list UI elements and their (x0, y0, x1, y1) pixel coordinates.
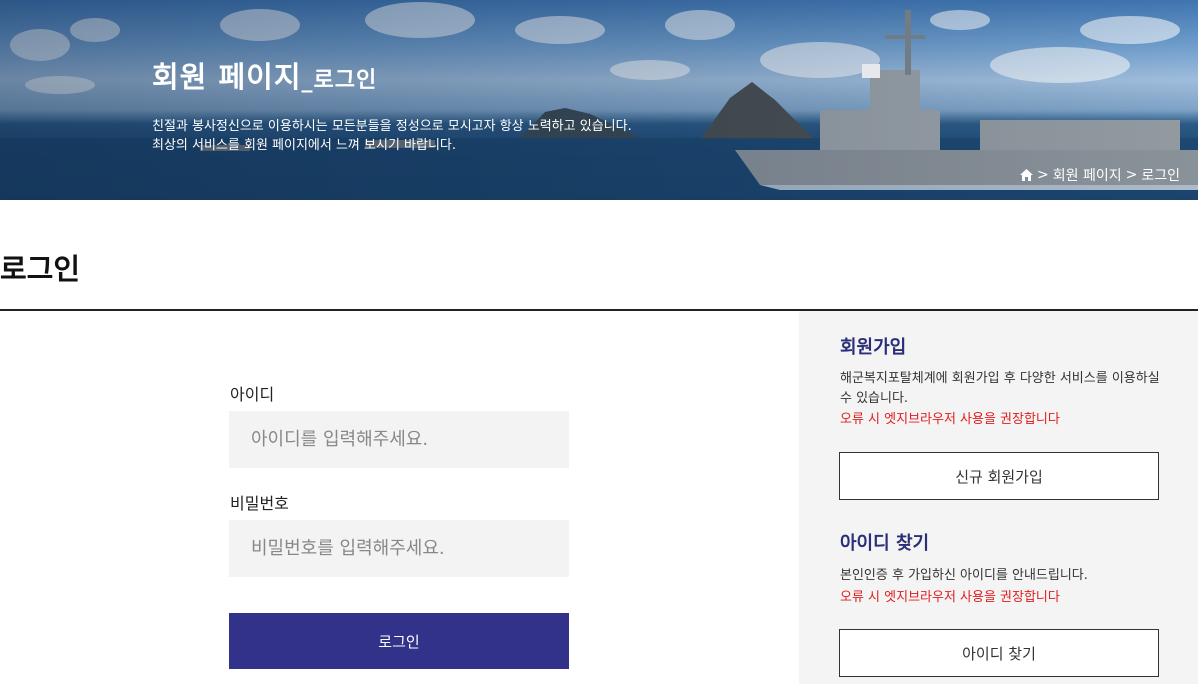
hero-desc-line-1: 친절과 봉사정신으로 이용하시는 모든분들을 정성으로 모시고자 항상 노력하고… (152, 119, 632, 134)
hero-title: 회원 페이지_로그인 (152, 54, 377, 96)
hero-title-main: 회원 페이지 (152, 60, 302, 94)
login-button[interactable]: 로그인 (229, 613, 569, 669)
password-input[interactable] (229, 520, 569, 577)
signup-warning: 오류 시 엣지브라우저 사용을 권장합니다 (840, 412, 1060, 427)
id-label: 아이디 (230, 385, 275, 404)
find-id-button[interactable]: 아이디 찾기 (839, 629, 1159, 677)
page-title: 로그인 (0, 252, 81, 286)
find-id-heading: 아이디 찾기 (840, 533, 930, 554)
breadcrumb-item-member-page[interactable]: 회원 페이지 (1053, 165, 1122, 185)
signup-description: 해군복지포탈체계에 회원가입 후 다양한 서비스를 이용하실 수 있습니다. (840, 371, 1160, 406)
hero-description: 친절과 봉사정신으로 이용하시는 모든분들을 정성으로 모시고자 항상 노력하고… (152, 117, 632, 155)
home-icon[interactable] (1020, 169, 1034, 181)
signup-heading: 회원가입 (840, 337, 907, 358)
hero-desc-line-2: 최상의 서비스를 회원 페이지에서 느껴 보시기 바랍니다. (152, 138, 457, 153)
chevron-right-icon: > (1037, 167, 1049, 183)
signup-button[interactable]: 신규 회원가입 (839, 452, 1159, 500)
hero-banner: 회원 페이지_로그인 친절과 봉사정신으로 이용하시는 모든분들을 정성으로 모… (0, 0, 1198, 200)
find-id-warning: 오류 시 엣지브라우저 사용을 권장합니다 (840, 590, 1060, 605)
breadcrumb: > 회원 페이지 > 로그인 (1020, 165, 1180, 185)
hero-overlay (0, 0, 1198, 200)
side-panel: 회원가입 해군복지포탈체계에 회원가입 후 다양한 서비스를 이용하실 수 있습… (799, 311, 1198, 684)
id-input[interactable] (229, 411, 569, 468)
hero-title-sub: _로그인 (301, 68, 378, 93)
find-id-description: 본인인증 후 가입하신 아이디를 안내드립니다. (840, 568, 1088, 583)
chevron-right-icon: > (1125, 167, 1138, 183)
password-label: 비밀번호 (230, 494, 289, 513)
breadcrumb-item-login[interactable]: 로그인 (1141, 165, 1180, 185)
